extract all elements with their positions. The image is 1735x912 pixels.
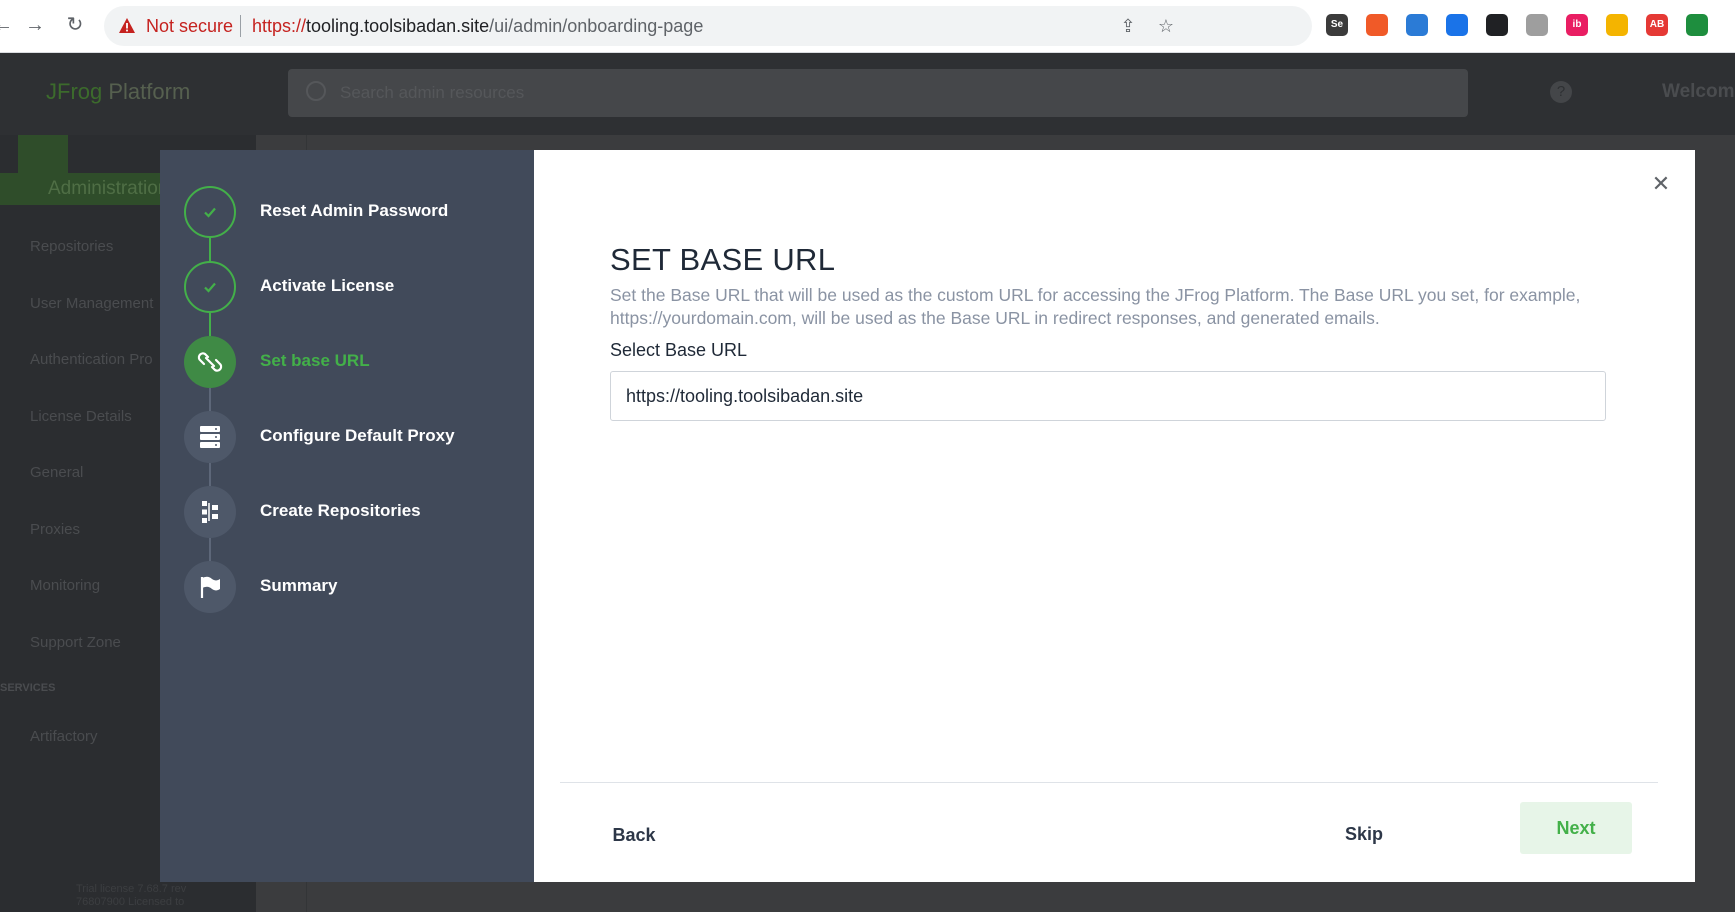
welcome-text: Welcome (1662, 81, 1735, 102)
flag-icon (184, 561, 236, 613)
bookmark-star-icon[interactable]: ☆ (1154, 14, 1178, 38)
page-title: SET BASE URL (610, 242, 836, 277)
logo-jfrog: JFrog (46, 79, 103, 104)
sidebar-item-authentication: Authentication Pro (30, 351, 153, 368)
step-check-icon (184, 261, 236, 313)
admin-search-placeholder: Search admin resources (340, 83, 525, 102)
step-label: Summary (260, 576, 338, 595)
footer-divider (560, 782, 1658, 783)
onboarding-stepper: Reset Admin Password Activate License Se… (160, 150, 534, 882)
sidebar-item-monitoring: Monitoring (30, 577, 101, 594)
warning-triangle-icon (119, 18, 135, 33)
elephant-extension-icon[interactable] (1526, 14, 1548, 36)
sidebar-item-repositories: Repositories (30, 238, 114, 255)
ab-extension-icon[interactable]: AB (1646, 14, 1668, 36)
browser-toolbar: ← → ↻ Not secure https://tooling.toolsib… (0, 0, 1735, 53)
sidebar-item-support-zone: Support Zone (30, 634, 121, 651)
address-bar[interactable]: Not secure https://tooling.toolsibadan.s… (104, 6, 1312, 46)
close-icon[interactable]: ✕ (1649, 172, 1673, 196)
step-summary: Summary (184, 561, 524, 613)
admin-search-box: Search admin resources (288, 69, 1468, 117)
doc-extension-icon[interactable] (1686, 14, 1708, 36)
sidebar-item-user-management: User Management (30, 295, 154, 312)
step-set-base-url: Set base URL (184, 336, 524, 388)
onboarding-modal: Reset Admin Password Activate License Se… (160, 150, 1695, 882)
back-button[interactable]: Back (594, 815, 674, 855)
ib-extension-icon[interactable]: ib (1566, 14, 1588, 36)
back-arrow-icon[interactable]: ← (0, 10, 18, 40)
step-check-icon (184, 186, 236, 238)
jfrog-logo: JFrog Platform (46, 79, 190, 105)
triangle-extension-icon[interactable] (1406, 14, 1428, 36)
url-scheme: https:// (252, 16, 307, 36)
step-connector (209, 388, 211, 411)
tag-extension-icon[interactable] (1606, 14, 1628, 36)
step-connector (209, 313, 211, 336)
step-activate-license: Activate License (184, 261, 524, 313)
step-label: Create Repositories (260, 501, 421, 520)
help-icon: ? (1550, 81, 1572, 103)
logo-platform: Platform (102, 79, 191, 104)
app-header: JFrog Platform Search admin resources ? … (0, 53, 1735, 135)
compass-extension-icon[interactable] (1446, 14, 1468, 36)
link-icon (184, 336, 236, 388)
step-label: Reset Admin Password (260, 201, 449, 220)
sidebar-item-artifactory: Artifactory (30, 728, 98, 745)
address-separator (240, 15, 241, 37)
next-button[interactable]: Next (1520, 802, 1632, 854)
step-configure-default-proxy: Configure Default Proxy (184, 411, 524, 463)
skip-button[interactable]: Skip (1324, 814, 1404, 854)
base-url-label: Select Base URL (610, 340, 748, 360)
step-connector (209, 463, 211, 486)
step-connector (209, 238, 211, 261)
step-reset-admin-password: Reset Admin Password (184, 186, 524, 238)
step-label: Configure Default Proxy (260, 426, 455, 445)
step-label: Set base URL (260, 351, 370, 370)
step-label: Activate License (260, 276, 395, 295)
url-host: tooling.toolsibadan.site (306, 16, 490, 36)
admin-gear-tab-icon (18, 135, 68, 173)
sidebar-services-heading: SERVICES (0, 682, 56, 694)
license-footer: Trial license 7.68.7 rev 76807900 Licens… (76, 883, 186, 909)
security-status[interactable]: Not secure (146, 16, 233, 37)
set-base-url-panel: ✕ SET BASE URL Set the Base URL that wil… (534, 150, 1695, 882)
repository-tree-icon (184, 486, 236, 538)
circle-extension-icon[interactable] (1486, 14, 1508, 36)
sidebar-item-license-details: License Details (30, 408, 132, 425)
url-path: /ui/admin/onboarding-page (489, 16, 704, 36)
url-text[interactable]: https://tooling.toolsibadan.site/ui/admi… (252, 16, 703, 37)
base-url-input[interactable] (610, 371, 1606, 421)
license-footer-line-1: Trial license 7.68.7 rev (76, 883, 187, 895)
panel-description: Set the Base URL that will be used as th… (610, 285, 1581, 328)
fox-extension-icon[interactable] (1366, 14, 1388, 36)
reload-icon[interactable]: ↻ (60, 10, 90, 40)
step-connector (209, 538, 211, 561)
sidebar-section-administration: Administration (0, 173, 175, 205)
selenium-extension-icon[interactable]: Se (1326, 14, 1348, 36)
license-footer-line-2: 76807900 Licensed to (76, 896, 185, 908)
share-icon[interactable]: ⇪ (1116, 14, 1140, 38)
step-create-repositories: Create Repositories (184, 486, 524, 538)
sidebar-item-proxies: Proxies (30, 521, 81, 538)
search-icon (306, 81, 326, 101)
sidebar-item-general: General (30, 464, 84, 481)
forward-arrow-icon[interactable]: → (20, 10, 50, 40)
server-stack-icon (184, 411, 236, 463)
